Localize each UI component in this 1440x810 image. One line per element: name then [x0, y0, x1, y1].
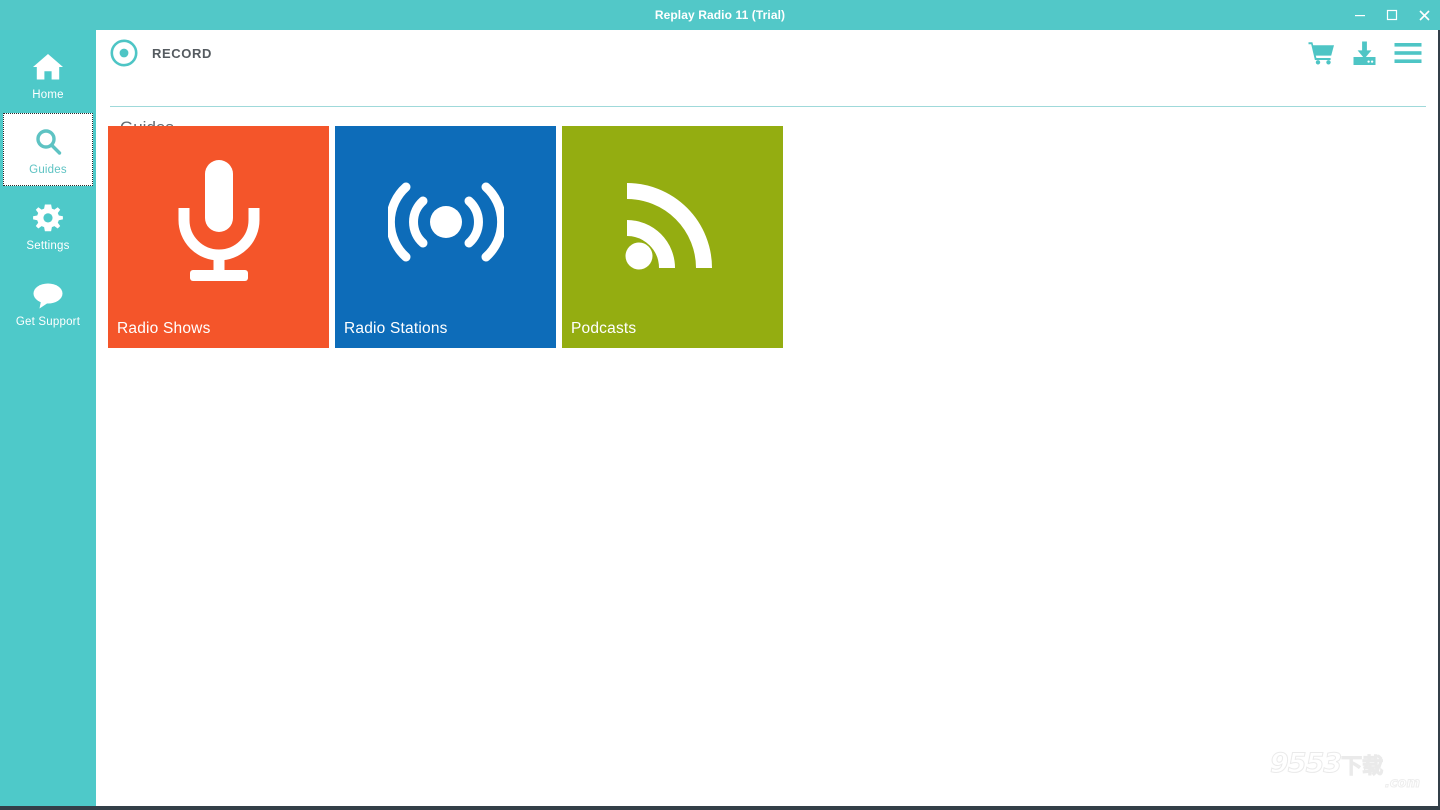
watermark-domain: .com — [1384, 776, 1420, 791]
close-button[interactable] — [1408, 0, 1440, 30]
tile-label: Radio Shows — [117, 320, 211, 337]
window-title: Replay Radio 11 (Trial) — [654, 8, 786, 22]
microphone-icon — [108, 152, 329, 292]
broadcast-signal-icon — [335, 152, 556, 292]
watermark-number: 9553 — [1269, 748, 1342, 779]
guides-tile-grid: Radio Shows Radio Stations Podcasts — [108, 126, 783, 348]
shopping-cart-icon[interactable] — [1308, 41, 1335, 65]
sidebar-item-get-support[interactable]: Get Support — [0, 265, 96, 338]
app-header: RECORD — [96, 30, 1438, 107]
site-watermark: 9553 下载 .com — [1269, 748, 1420, 794]
title-bar: Replay Radio 11 (Trial) — [0, 0, 1440, 30]
header-divider — [110, 106, 1426, 107]
application-window: Replay Radio 11 (Trial) Home Guides Sett… — [0, 0, 1440, 810]
sidebar-item-label: Home — [32, 89, 64, 101]
hamburger-menu-icon[interactable] — [1394, 42, 1422, 64]
download-icon[interactable] — [1352, 41, 1377, 66]
sidebar-item-settings[interactable]: Settings — [0, 189, 96, 262]
gear-icon — [33, 199, 63, 233]
tile-label: Radio Stations — [344, 320, 448, 337]
minimize-button[interactable] — [1344, 0, 1376, 30]
home-icon — [32, 48, 64, 82]
maximize-icon — [1386, 9, 1398, 21]
sidebar-item-label: Guides — [29, 164, 67, 176]
window-controls — [1344, 0, 1440, 30]
brand-label: RECORD — [152, 45, 212, 61]
sidebar-item-label: Get Support — [15, 316, 81, 328]
header-actions — [1308, 41, 1438, 66]
tile-radio-shows[interactable]: Radio Shows — [108, 126, 329, 348]
sidebar-item-label: Settings — [26, 240, 70, 252]
sidebar-item-home[interactable]: Home — [0, 38, 96, 111]
tile-podcasts[interactable]: Podcasts — [562, 126, 783, 348]
maximize-button[interactable] — [1376, 0, 1408, 30]
record-target-icon[interactable] — [110, 39, 138, 67]
close-icon — [1418, 9, 1431, 22]
chat-icon — [32, 275, 64, 309]
sidebar: Home Guides Settings Get Support — [0, 30, 96, 806]
search-icon — [33, 123, 63, 157]
sidebar-item-guides[interactable]: Guides — [3, 113, 93, 186]
watermark-cn-text: 下载 — [1341, 754, 1384, 778]
main-panel: RECORD Radio Shows Radio Stations Podcas… — [96, 30, 1438, 806]
minimize-icon — [1354, 9, 1366, 21]
rss-feed-icon — [562, 152, 783, 292]
tile-radio-stations[interactable]: Radio Stations — [335, 126, 556, 348]
tile-label: Podcasts — [571, 320, 637, 337]
